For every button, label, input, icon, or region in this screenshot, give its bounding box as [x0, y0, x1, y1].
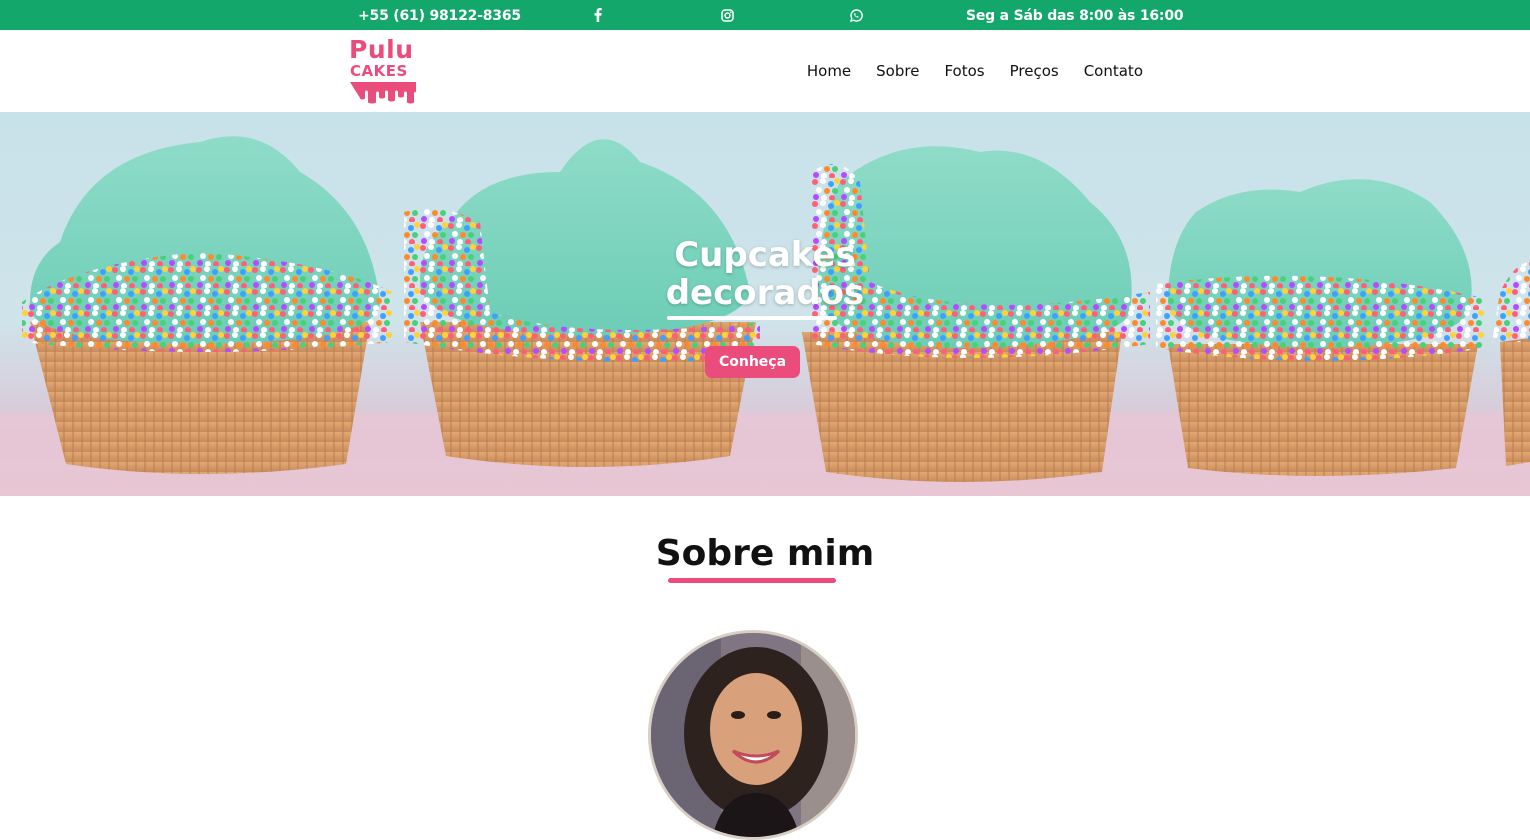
nav-precos[interactable]: Preços [1010, 62, 1059, 80]
nav-sobre[interactable]: Sobre [876, 62, 919, 80]
hero-title-line-1: Cupcakes [674, 235, 856, 275]
nav-fotos[interactable]: Fotos [944, 62, 984, 80]
nav-contato[interactable]: Contato [1084, 62, 1143, 80]
opening-hours: Seg a Sáb das 8:00 às 16:00 [966, 8, 1184, 24]
hero-divider [667, 316, 837, 320]
author-photo [648, 630, 858, 840]
about-title-underline [668, 578, 836, 583]
phone-number[interactable]: +55 (61) 98122-8365 [358, 0, 521, 30]
main-nav: Home Sobre Fotos Preços Contato [807, 30, 1143, 112]
conheca-button[interactable]: Conheça [705, 346, 800, 378]
hero-title: Cupcakes decorados [0, 236, 1530, 312]
about-title: Sobre mim [655, 533, 875, 574]
top-contact-bar: +55 (61) 98122-8365 Seg a Sáb das 8:00 à… [0, 0, 1530, 30]
nav-home[interactable]: Home [807, 62, 851, 80]
hero-banner: Cupcakes decorados Conheça [0, 112, 1530, 496]
site-header: Pulu CAKES Home Sobre Fotos Preços Conta… [0, 30, 1530, 112]
hero-title-line-2: decorados [665, 273, 865, 313]
facebook-icon[interactable] [591, 7, 605, 23]
logo-line-1: Pulu [349, 35, 414, 64]
brand-logo[interactable]: Pulu CAKES [349, 35, 419, 104]
instagram-icon[interactable] [720, 7, 734, 23]
logo-drip-graphic [350, 82, 416, 104]
logo-line-2: CAKES [350, 62, 408, 80]
whatsapp-icon[interactable] [849, 7, 863, 23]
